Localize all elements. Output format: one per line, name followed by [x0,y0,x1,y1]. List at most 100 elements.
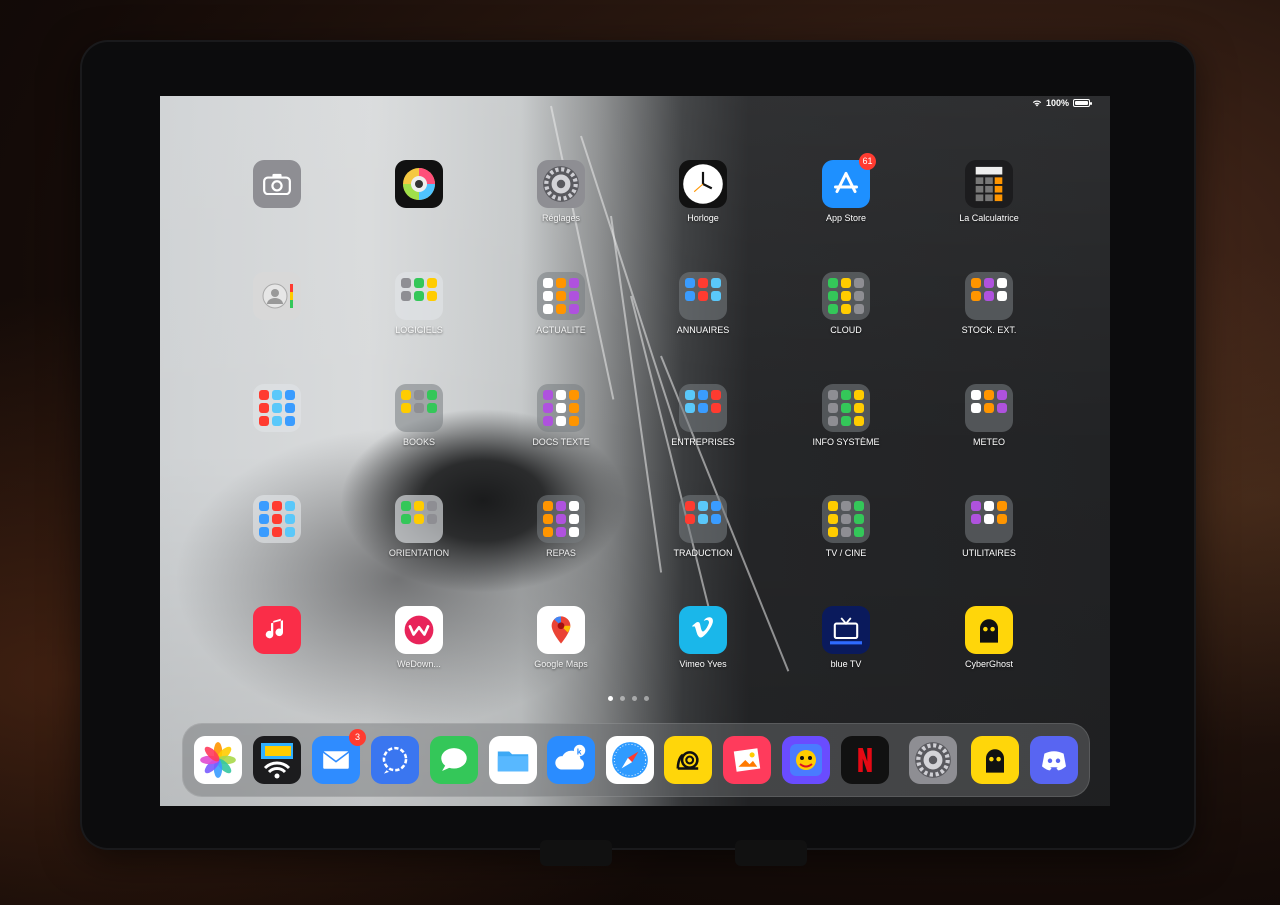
folder-mini-app-icon [698,403,708,413]
page-dot[interactable] [632,696,637,701]
dock-snail-icon[interactable] [664,736,712,784]
dock-puzzle-game-icon[interactable] [782,736,830,784]
app-vimeo-yves[interactable]: Vimeo Yves [643,606,763,669]
app-books[interactable]: BOOKS [359,384,479,447]
app-label: INFO SYSTÈME [812,437,880,447]
app-tv-cine[interactable]: TV / CINE [786,495,906,558]
dock-files-icon[interactable] [489,736,537,784]
folder-mini-app-icon [543,278,553,288]
app-cyberghost[interactable]: CyberGhost [929,606,1049,669]
folder-mini-app-icon [556,390,566,400]
dock-signal-icon[interactable] [371,736,419,784]
clock-icon [679,160,727,208]
dock-messages-icon[interactable] [430,736,478,784]
app-label: LOGICIELS [395,325,443,335]
folder-mini-app-icon [272,514,282,524]
app-blue-tv[interactable]: blue TV [786,606,906,669]
folder-mini-app-icon [841,278,851,288]
app-app-store[interactable]: 61 App Store [786,153,906,223]
folder-mini-app-icon [427,514,437,524]
dock-photo-edit-icon[interactable] [723,736,771,784]
dock-keynote-cloud-icon[interactable]: k [547,736,595,784]
dock-settings-gear-icon[interactable] [909,736,957,784]
dock-wifi-transfer-icon[interactable] [253,736,301,784]
folder-icon [822,495,870,543]
app-folder[interactable] [217,384,337,437]
folder-mini-app-icon [427,416,437,426]
folder-mini-app-icon [569,304,579,314]
app-annuaires[interactable]: ANNUAIRES [643,272,763,335]
app-camera[interactable] [217,160,337,213]
wedownload-icon [395,606,443,654]
folder-mini-app-icon [285,403,295,413]
app-orientation[interactable]: ORIENTATION [359,495,479,558]
dock-photos-icon[interactable] [194,736,242,784]
app-label: Google Maps [534,659,588,669]
folder-mini-app-icon [556,527,566,537]
folder-mini-app-icon [984,304,994,314]
app-halide-lens[interactable] [359,160,479,213]
folder-mini-app-icon [427,403,437,413]
app-music[interactable] [217,606,337,659]
page-indicator[interactable] [608,696,649,701]
app-utilitaires[interactable]: UTILITAIRES [929,495,1049,558]
stand-clip-right [735,840,807,866]
folder-mini-app-icon [414,278,424,288]
app-docs-texte[interactable]: DOCS TEXTE [501,384,621,447]
folder-mini-app-icon [971,291,981,301]
status-bar: 100% [1032,98,1092,108]
app-folder[interactable] [217,495,337,548]
folder-mini-app-icon [427,291,437,301]
app-wedown[interactable]: WeDown... [359,606,479,669]
page-dot[interactable] [608,696,613,701]
app-google-maps[interactable]: Google Maps [501,606,621,669]
dock-safari-icon[interactable] [606,736,654,784]
folder-mini-app-icon [854,514,864,524]
folder-mini-app-icon [854,527,864,537]
app-meteo[interactable]: METEO [929,384,1049,447]
folder-mini-app-icon [971,390,981,400]
folder-mini-app-icon [828,416,838,426]
app-cloud[interactable]: CLOUD [786,272,906,335]
app-stock-ext[interactable]: STOCK. EXT. [929,272,1049,335]
app-traduction[interactable]: TRADUCTION [643,495,763,558]
page-dot[interactable] [620,696,625,701]
app-repas[interactable]: REPAS [501,495,621,558]
app-label: WeDown... [397,659,441,669]
app-label: METEO [972,437,1005,447]
notification-badge: 61 [859,153,876,170]
folder-mini-app-icon [285,390,295,400]
folder-mini-app-icon [971,416,981,426]
folder-mini-app-icon [414,416,424,426]
app-label: blue TV [830,659,862,669]
page-dot[interactable] [644,696,649,701]
dock-netflix-icon[interactable] [841,736,889,784]
folder-mini-app-icon [427,304,437,314]
app-label: DOCS TEXTE [532,437,590,447]
folder-icon [679,384,727,432]
folder-mini-app-icon [401,390,411,400]
folder-mini-app-icon [971,514,981,524]
folder-mini-app-icon [854,278,864,288]
folder-mini-app-icon [427,390,437,400]
folder-mini-app-icon [414,514,424,524]
dock-mail-icon[interactable]: 3 [312,729,366,784]
app-contacts[interactable] [217,272,337,325]
app-entreprises[interactable]: ENTREPRISES [643,384,763,447]
folder-mini-app-icon [971,403,981,413]
dock-cyberghost-icon[interactable] [971,736,1019,784]
app-r-glages[interactable]: Réglages [501,160,621,223]
app-info-syst-me[interactable]: INFO SYSTÈME [786,384,906,447]
folder-mini-app-icon [841,403,851,413]
folder-mini-app-icon [285,514,295,524]
app-horloge[interactable]: Horloge [643,160,763,223]
app-la-calculatrice[interactable]: La Calculatrice [929,160,1049,223]
app-label: CyberGhost [964,659,1014,669]
dock-discord-icon[interactable] [1030,736,1078,784]
folder-mini-app-icon [828,501,838,511]
folder-mini-app-icon [685,304,695,314]
app-label: UTILITAIRES [962,548,1016,558]
app-actualite[interactable]: ACTUALITE [501,272,621,335]
app-logiciels[interactable]: LOGICIELS [359,272,479,335]
folder-mini-app-icon [543,416,553,426]
